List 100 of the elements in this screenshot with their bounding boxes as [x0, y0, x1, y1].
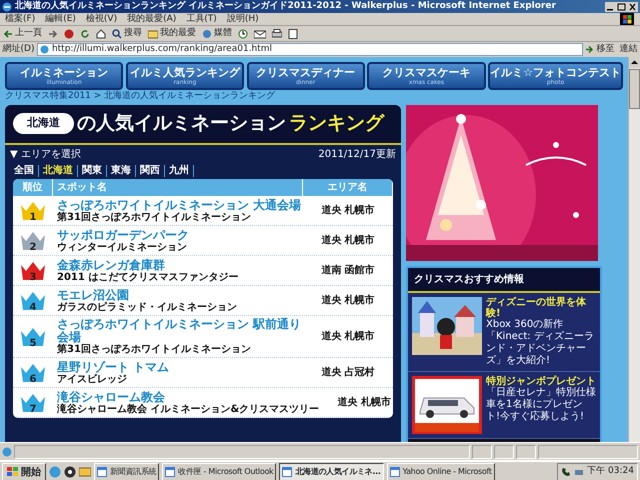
start-button[interactable]: 開始: [2, 463, 46, 480]
browser-icon: [2, 2, 12, 12]
rank-number: 4: [30, 302, 36, 312]
event-name: ウィンターイルミネーション: [57, 242, 188, 252]
area-cell: 道央 札幌市: [321, 295, 375, 306]
area-tab[interactable]: 全国: [10, 164, 39, 176]
toolbar-button[interactable]: 搜尋: [109, 26, 145, 40]
ranking-title: の人気イルミネーション: [77, 111, 286, 136]
area-tab[interactable]: 関西: [136, 164, 165, 176]
rank-number: 5: [30, 338, 36, 348]
stop-icon[interactable]: [64, 28, 74, 38]
recommend-headline-link[interactable]: 特別ジャンボプレゼント: [486, 376, 596, 386]
recommend-title: クリスマスおすすめ情報: [408, 268, 600, 292]
recommend-headline-link[interactable]: ディズニーの世界を体験!: [486, 296, 596, 318]
rank-number: 1: [30, 212, 36, 222]
toolbar-button[interactable]: 上一頁: [0, 26, 45, 40]
taskbar-button[interactable]: 收件匣 - Microsoft Outlook: [162, 463, 276, 480]
history-icon[interactable]: [238, 28, 248, 38]
menu-item[interactable]: 檔案(F): [0, 12, 40, 26]
area-cell: 道央 札幌市: [337, 397, 391, 408]
address-field[interactable]: http://illumi.walkerplus.com/ranking/area01.html: [36, 43, 582, 56]
spot-name-link[interactable]: モエレ沼公園: [57, 288, 303, 302]
address-label: 網址(D): [2, 42, 34, 56]
area-cell: 道央 札幌市: [321, 205, 375, 216]
spot-name-link[interactable]: サッポロガーデンパーク: [57, 228, 303, 242]
updated-date: 2011/12/17更新: [318, 148, 396, 162]
column-header: エリア名: [303, 179, 393, 196]
breadcrumb-link[interactable]: クリスマス特集2011 > 北海道の人気イルミネーションランキング: [5, 90, 623, 102]
links-button[interactable]: 連結: [620, 42, 638, 56]
column-header: スポット名: [53, 179, 303, 196]
area-cell: 道央 札幌市: [321, 331, 375, 342]
menu-item[interactable]: 說明(H): [222, 12, 264, 26]
rank-number: 2: [30, 242, 36, 252]
windows-flag-icon: [7, 467, 19, 477]
area-tab[interactable]: 関東: [78, 164, 107, 176]
home-icon[interactable]: [96, 28, 106, 38]
spot-name-link[interactable]: さっぽろホワイトイルミネーション 駅前通り会場: [57, 318, 303, 344]
window-icon: [390, 467, 400, 477]
rank-number: 6: [30, 374, 36, 384]
region-pill: 北海道: [13, 113, 74, 134]
clock-text: 下午 03:24: [587, 465, 634, 478]
taskbar-button[interactable]: Yahoo Online - Microsoft: [386, 463, 495, 480]
scroll-thumb[interactable]: [629, 69, 640, 109]
menu-item[interactable]: 我的最愛(A): [122, 12, 182, 26]
event-name: 第31回さっぽろホワイトイルミネーション: [57, 212, 252, 222]
event-name: 滝谷シャローム教会 イルミネーション&クリスマスツリー: [57, 404, 320, 414]
area-tab[interactable]: 九州: [165, 164, 194, 176]
page-icon: [40, 45, 49, 54]
minimize-icon[interactable]: [605, 2, 616, 12]
menu-item[interactable]: 檢視(V): [80, 12, 122, 26]
maximize-icon[interactable]: [616, 2, 627, 12]
scrollbar[interactable]: [628, 57, 640, 442]
status-pane: [516, 444, 536, 458]
edit-icon[interactable]: [288, 28, 298, 38]
area-cell: 道南 函館市: [321, 265, 375, 276]
window-title: 北海道の人気イルミネーションランキング イルミネーションガイド2011-2012 - Walkerplus - Microsoft Internet Explorer: [14, 0, 557, 13]
status-pane: [494, 444, 514, 458]
go-arrow-icon: [585, 45, 594, 54]
event-name: 2011 はこだてクリスマスファンタジー: [57, 272, 240, 282]
event-name: ガラスのピラミッド・イルミネーション: [57, 302, 238, 312]
toolbar-button[interactable]: 我的最愛: [145, 26, 199, 40]
search-icon: [112, 28, 122, 38]
area-tab[interactable]: 東海: [107, 164, 136, 176]
area-cell: 道央 札幌市: [321, 235, 375, 246]
spot-name-link[interactable]: 星野リゾート トマム: [57, 360, 303, 374]
area-tab[interactable]: 北海道: [39, 164, 78, 176]
spot-name-link[interactable]: さっぽろホワイトイルミネーション 大通会場: [57, 198, 303, 212]
mail-icon[interactable]: [254, 28, 266, 38]
toolbar-button[interactable]: 媒體: [199, 26, 235, 40]
rank-number: 3: [30, 272, 36, 282]
menu-item[interactable]: 工具(T): [181, 12, 222, 26]
print-icon[interactable]: [272, 28, 282, 38]
back-arrow-icon: [3, 28, 13, 38]
scroll-up-icon[interactable]: [629, 57, 640, 68]
media-player-icon[interactable]: [64, 466, 76, 478]
event-name: 第31回さっぽろホワイトイルミネーション: [57, 344, 252, 355]
recommend-text: 「日産セレナ」特別仕様車を1名様にプレゼント!今すぐ応募しよう!: [486, 386, 596, 422]
spot-name-link[interactable]: 金森赤レンガ倉庫群: [57, 258, 303, 272]
spot-name-link[interactable]: 滝谷シャローム教会: [57, 390, 320, 404]
go-button[interactable]: 移至: [585, 42, 614, 56]
windows-logo-icon: [620, 13, 634, 25]
taskbar-button[interactable]: 新聞資訊系統: [94, 463, 160, 480]
area-select-label: ▼ エリアを選択: [10, 148, 81, 162]
refresh-icon[interactable]: [80, 28, 90, 38]
rank-number: 7: [30, 404, 36, 414]
media-icon: [202, 28, 212, 38]
area-cell: 道央 占冠村: [321, 367, 375, 378]
recommend-text: Xbox 360の新作「Kinect: ディズニーランド・アドベンチャーズ」を大紹介!: [486, 318, 595, 366]
column-header: 順位: [13, 179, 53, 196]
menu-item[interactable]: 編輯(E): [40, 12, 81, 26]
forward-arrow-icon[interactable]: [48, 28, 58, 38]
window-icon: [97, 467, 107, 477]
phone-icon[interactable]: [561, 467, 572, 477]
close-icon[interactable]: [627, 2, 638, 12]
window-icon: [165, 467, 176, 477]
ranking-title-accent: ランキング: [289, 111, 384, 136]
status-pane: [472, 444, 492, 458]
event-name: アイスビレッジ: [57, 374, 128, 384]
window-icon: [282, 467, 292, 477]
taskbar-button[interactable]: 北海道の人気イルミネ...: [279, 463, 384, 480]
